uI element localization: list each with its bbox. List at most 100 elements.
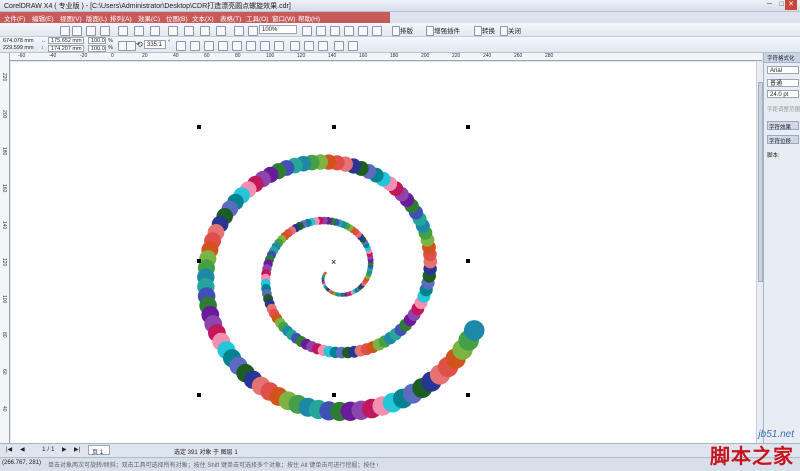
property-icon[interactable] (290, 41, 300, 51)
toolbar-icon[interactable] (234, 26, 244, 36)
menu-item[interactable]: 编辑(E) (32, 13, 54, 23)
plugin-icon[interactable] (426, 26, 434, 36)
property-icon[interactable] (260, 41, 270, 51)
ruler-label: 200 (1, 110, 7, 119)
layout-button[interactable]: 排版 (400, 25, 413, 35)
plugin-icon[interactable] (392, 26, 400, 36)
vertical-scrollbar[interactable] (756, 62, 763, 443)
maximize-icon[interactable]: □ (780, 1, 784, 8)
menu-bar-right (390, 12, 800, 23)
menu-item[interactable]: 文本(X) (192, 13, 214, 23)
scale-unit-y: % (108, 45, 113, 51)
font-size-field[interactable]: 24.0 pt (767, 90, 799, 98)
angle-field[interactable]: 335.1 (144, 40, 166, 49)
ruler-label: 100 (1, 295, 7, 304)
toolbar-icon[interactable] (216, 26, 226, 36)
toolbar-icon[interactable] (344, 26, 354, 36)
property-icon[interactable] (190, 41, 200, 51)
close-button[interactable]: 关闭 (508, 25, 521, 35)
ruler-label: 80 (235, 53, 241, 59)
spiral-dot[interactable] (463, 320, 485, 341)
menu-item[interactable]: 视图(V) (60, 13, 82, 23)
width-field[interactable]: 175.652 mm (48, 37, 84, 44)
ruler-label: 220 (452, 53, 461, 59)
ruler-label: 180 (1, 147, 7, 156)
zoom-select[interactable]: 100% (259, 25, 297, 34)
x-position[interactable]: 674.078 mm (3, 38, 34, 44)
selection-handle[interactable] (197, 125, 201, 129)
toolbar-icon[interactable] (358, 26, 368, 36)
ruler-label: 160 (359, 53, 368, 59)
toolbar-icon[interactable] (184, 26, 194, 36)
menu-item[interactable]: 位图(B) (166, 13, 188, 23)
y-position[interactable]: 229.599 mm (3, 45, 34, 51)
ruler-label: -20 (80, 53, 88, 59)
height-field[interactable]: 174.207 mm (48, 45, 84, 52)
selection-handle[interactable] (466, 259, 470, 263)
toolbar-icon[interactable] (372, 26, 382, 36)
selection-handle[interactable] (466, 125, 470, 129)
property-icon[interactable] (246, 41, 256, 51)
page-tab[interactable]: 页 1 (92, 447, 103, 456)
selection-handle[interactable] (197, 259, 201, 263)
selection-handle[interactable] (466, 393, 470, 397)
spiral-dots-artwork[interactable]: × (11, 62, 756, 443)
scale-x-field[interactable]: 100.0 (88, 37, 106, 44)
prev-page-icon[interactable]: ◀ (20, 446, 25, 453)
plugin-icon[interactable] (474, 26, 482, 36)
menu-item[interactable]: 工具(O) (246, 13, 268, 23)
menu-item[interactable]: 效果(C) (138, 13, 160, 23)
menu-item[interactable]: 窗口(W) (272, 13, 295, 23)
property-icon[interactable] (334, 41, 344, 51)
menu-item[interactable]: 文件(F) (4, 13, 25, 23)
center-marker[interactable]: × (331, 257, 336, 267)
effects-section[interactable]: 字符效果 (769, 123, 791, 131)
font-select[interactable]: Arial (767, 66, 799, 74)
toolbar-icon[interactable] (200, 26, 210, 36)
convert-button[interactable]: 转换 (482, 25, 495, 35)
menu-item[interactable]: 帮助(H) (298, 13, 320, 23)
property-icon[interactable] (274, 41, 284, 51)
last-page-icon[interactable]: ▶| (74, 446, 80, 453)
plugin-button[interactable]: 增强插件 (434, 25, 460, 35)
ruler-label: 180 (390, 53, 399, 59)
toolbar-icon[interactable] (316, 26, 326, 36)
toolbar-icon[interactable] (168, 26, 178, 36)
property-icon[interactable] (218, 41, 228, 51)
selection-handle[interactable] (332, 393, 336, 397)
plugin-icon[interactable] (500, 26, 508, 36)
selection-handle[interactable] (332, 125, 336, 129)
selection-status: 选定 391 对象 于 图层 1 (174, 450, 238, 456)
toolbar-icon[interactable] (330, 26, 340, 36)
font-style-select[interactable]: 普通 (767, 79, 799, 87)
property-icon[interactable] (348, 41, 358, 51)
next-page-icon[interactable]: ▶ (62, 446, 67, 453)
property-icon[interactable] (204, 41, 214, 51)
property-icon[interactable] (232, 41, 242, 51)
property-icon[interactable] (304, 41, 314, 51)
toolbar-icon[interactable] (100, 26, 110, 36)
toolbar-icon[interactable] (150, 26, 160, 36)
scale-y-field[interactable]: 100.0 (88, 45, 106, 52)
menu-item[interactable]: 排列(A) (110, 13, 132, 23)
drawing-canvas[interactable]: × (11, 62, 756, 443)
toolbar-icon[interactable] (72, 26, 82, 36)
property-icon[interactable] (126, 41, 136, 51)
property-icon[interactable] (318, 41, 328, 51)
close-icon[interactable]: ✕ (785, 0, 797, 10)
property-icon[interactable] (176, 41, 186, 51)
first-page-icon[interactable]: |◀ (6, 446, 12, 453)
minimize-icon[interactable]: ─ (767, 1, 772, 8)
toolbar-icon[interactable] (134, 26, 144, 36)
toolbar-icon[interactable] (248, 26, 258, 36)
toolbar-icon[interactable] (118, 26, 128, 36)
toolbar-icon[interactable] (86, 26, 96, 36)
toolbar-icon[interactable] (302, 26, 312, 36)
toolbar-icon[interactable] (60, 26, 70, 36)
selection-handle[interactable] (197, 393, 201, 397)
menu-item[interactable]: 表格(T) (220, 13, 241, 23)
vertical-ruler: 220 200 180 160 140 120 100 80 60 40 (0, 53, 10, 443)
ruler-label: 60 (204, 53, 210, 59)
menu-item[interactable]: 版面(L) (86, 13, 107, 23)
shift-section[interactable]: 字符位移 (769, 137, 791, 145)
